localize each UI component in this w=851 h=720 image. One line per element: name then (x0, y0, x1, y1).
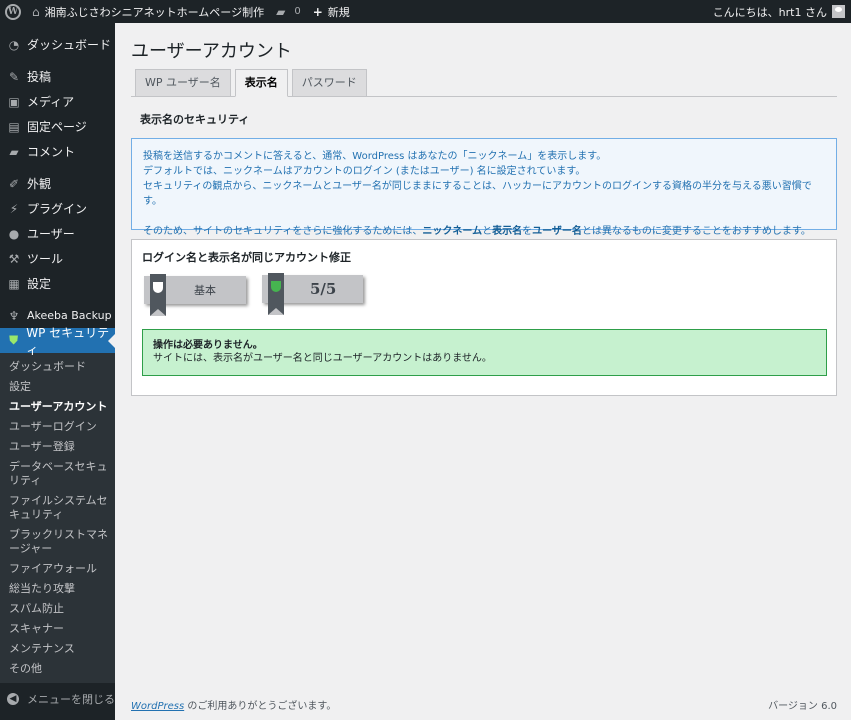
site-name-link[interactable]: ⌂ 湘南ふじさわシニアネットホームページ制作 (26, 0, 270, 23)
sidebar-item-label: WP セキュリティ (26, 325, 110, 357)
plus-icon: + (312, 4, 323, 19)
site-name: 湘南ふじさわシニアネットホームページ制作 (44, 5, 265, 19)
admin-footer: WordPress のご利用ありがとうございます。 バージョン 6.0 (131, 697, 837, 712)
avatar (832, 5, 845, 18)
wordpress-logo-icon[interactable]: W (0, 0, 26, 23)
new-label: 新規 (327, 5, 350, 19)
submenu-item-blacklist-manager[interactable]: ブラックリストマネージャー (0, 525, 115, 559)
sidebar-item-label: 固定ページ (27, 120, 87, 134)
submenu-item-settings[interactable]: 設定 (0, 377, 115, 397)
sidebar-item-plugins[interactable]: ⚡ プラグイン (0, 196, 115, 221)
comment-bubble-icon: ▰ (276, 4, 286, 19)
sidebar-item-label: Akeeba Backup (27, 309, 112, 322)
sidebar-item-wp-security[interactable]: ⛊ WP セキュリティ (0, 326, 115, 357)
security-level-badge: 基本 (144, 274, 246, 316)
shield-icon (153, 282, 163, 293)
sidebar-item-appearance[interactable]: ✐ 外観 (0, 171, 115, 196)
submenu-item-dashboard[interactable]: ダッシュボード (0, 357, 115, 377)
section-title: 表示名のセキュリティ (140, 113, 250, 126)
shield-icon: ⛊ (9, 333, 19, 347)
user-icon: ● (8, 226, 20, 241)
postbox-title: ログイン名と表示名が同じアカウント修正 (142, 251, 351, 264)
submenu-item-user-login[interactable]: ユーザーログイン (0, 417, 115, 437)
tab-password[interactable]: パスワード (291, 69, 367, 96)
info-box: 投稿を送信するかコメントに答えると、通常、WordPress はあなたの「ニック… (131, 138, 837, 237)
sidebar-item-label: 設定 (27, 277, 52, 291)
submenu-item-spam-prevention[interactable]: スパム防止 (0, 599, 115, 619)
submenu-item-filesystem-security[interactable]: ファイルシステムセキュリティ (0, 491, 115, 525)
submenu-item-user-registration[interactable]: ユーザー登録 (0, 437, 115, 457)
media-icon: ▣ (8, 94, 20, 109)
greeting: こんにちは、hrt1 さん (712, 5, 827, 19)
sidebar-item-posts[interactable]: ✎ 投稿 (0, 64, 115, 89)
sidebar-item-media[interactable]: ▣ メディア (0, 89, 115, 114)
info-recommendation: そのため、サイトのセキュリティをさらに強化するためには、ニックネームと表示名をユ… (143, 226, 811, 237)
main-content: ユーザーアカウント WP ユーザー名 表示名 パスワード 表示名のセキュリティ … (131, 23, 837, 396)
security-score: 5/5 (310, 280, 337, 298)
pin-icon: ✎ (8, 69, 20, 84)
sidebar-item-label: ツール (27, 252, 64, 266)
ribbon-icon (150, 274, 166, 316)
settings-icon: ▦ (8, 276, 20, 291)
tab-display-name[interactable]: 表示名 (234, 69, 288, 97)
shield-check-icon (271, 281, 281, 292)
sidebar-item-users[interactable]: ● ユーザー (0, 221, 115, 246)
page-title: ユーザーアカウント (131, 41, 292, 62)
admin-sidebar: ◔ ダッシュボード ✎ 投稿 ▣ メディア ▤ 固定ページ ▰ コメント ✐ 外観 ⚡ プラグ… (0, 23, 115, 720)
tab-wp-username[interactable]: WP ユーザー名 (135, 69, 231, 96)
security-points-badge: 5/5 (262, 273, 363, 315)
brush-icon: ✐ (8, 176, 20, 191)
comments-link[interactable]: ▰ 0 (270, 0, 307, 23)
collapse-menu-label: メニューを閉じる (27, 693, 115, 706)
success-notice: 操作は必要ありません。 サイトには、表示名がユーザー名と同じユーザーアカウントは… (142, 329, 827, 376)
submenu-item-maintenance[interactable]: メンテナンス (0, 639, 115, 659)
plugin-icon: ⚡ (9, 201, 19, 216)
submenu-item-miscellaneous[interactable]: その他 (0, 659, 115, 679)
wp-security-submenu: ダッシュボード 設定 ユーザーアカウント ユーザーログイン ユーザー登録 データ… (0, 353, 115, 683)
comments-count: 0 (294, 6, 301, 17)
security-level-label: 基本 (194, 284, 216, 297)
dashboard-icon: ◔ (8, 37, 20, 52)
akeeba-icon: ♆ (8, 308, 20, 323)
sidebar-item-settings[interactable]: ▦ 設定 (0, 271, 115, 296)
sidebar-item-label: 外観 (27, 177, 52, 191)
user-account-menu[interactable]: こんにちは、hrt1 さん (707, 0, 851, 23)
submenu-item-brute-force[interactable]: 総当たり攻撃 (0, 579, 115, 599)
page-icon: ▤ (8, 119, 20, 134)
collapse-arrow-icon: ◀ (7, 693, 19, 705)
version-label: バージョン 6.0 (768, 701, 837, 712)
sidebar-item-label: プラグイン (27, 202, 88, 216)
submenu-item-firewall[interactable]: ファイアウォール (0, 559, 115, 579)
submenu-item-database-security[interactable]: データベースセキュリティ (0, 457, 115, 491)
sidebar-item-comments[interactable]: ▰ コメント (0, 139, 115, 164)
info-line: 投稿を送信するかコメントに答えると、通常、WordPress はあなたの「ニック… (143, 151, 607, 162)
sidebar-item-label: メディア (27, 95, 75, 109)
info-line: セキュリティの観点から、ニックネームとユーザー名が同じままにすることは、ハッカー… (143, 181, 812, 207)
tab-bar: WP ユーザー名 表示名 パスワード (131, 69, 837, 97)
wrench-icon: ⚒ (8, 251, 20, 266)
admin-bar: W ⌂ 湘南ふじさわシニアネットホームページ制作 ▰ 0 + 新規 こんにちは、… (0, 0, 851, 23)
sidebar-item-tools[interactable]: ⚒ ツール (0, 246, 115, 271)
info-line: デフォルトでは、ニックネームはアカウントのログイン (またはユーザー) 名に設定… (143, 166, 586, 177)
submenu-item-scanner[interactable]: スキャナー (0, 619, 115, 639)
success-text: サイトには、表示名がユーザー名と同じユーザーアカウントはありません。 (153, 353, 492, 364)
sidebar-item-pages[interactable]: ▤ 固定ページ (0, 114, 115, 139)
new-content-link[interactable]: + 新規 (307, 0, 356, 23)
comment-icon: ▰ (9, 144, 19, 159)
sidebar-item-label: ダッシュボード (27, 38, 112, 52)
submenu-item-user-accounts[interactable]: ユーザーアカウント (0, 397, 115, 417)
wordpress-link[interactable]: WordPress (131, 701, 184, 712)
home-icon: ⌂ (32, 4, 40, 19)
ribbon-icon (268, 273, 284, 315)
success-title: 操作は必要ありません。 (153, 340, 263, 351)
footer-thanks: WordPress のご利用ありがとうございます。 (131, 701, 337, 712)
sidebar-item-label: 投稿 (27, 70, 52, 84)
collapse-menu-button[interactable]: ◀ メニューを閉じる (0, 687, 115, 711)
display-name-postbox: ログイン名と表示名が同じアカウント修正 基本 5/5 操作は必要ありません。 サ… (131, 239, 837, 396)
sidebar-item-label: ユーザー (27, 227, 75, 241)
sidebar-item-label: コメント (27, 145, 76, 159)
sidebar-item-dashboard[interactable]: ◔ ダッシュボード (0, 32, 115, 57)
